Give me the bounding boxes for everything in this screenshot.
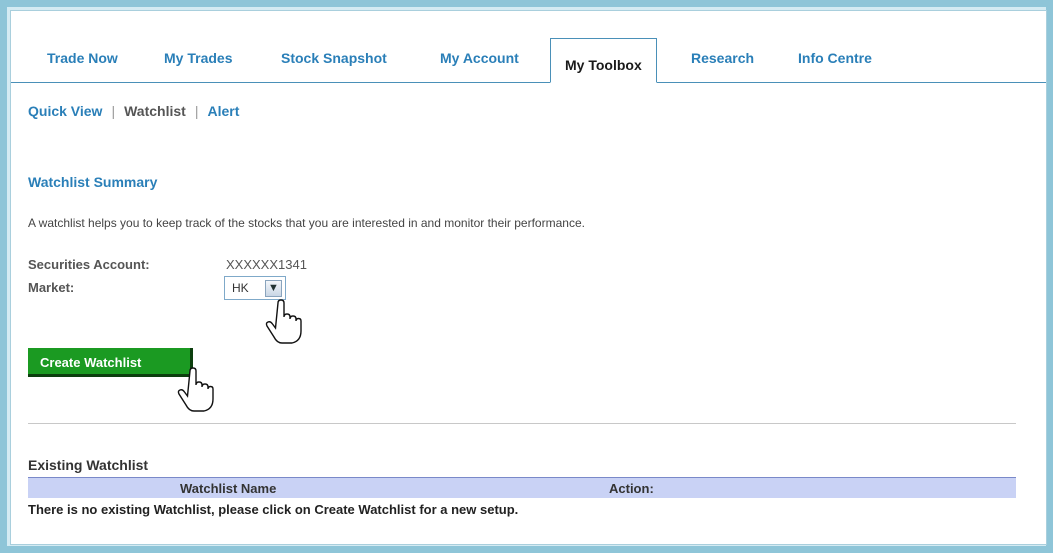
subnav-separator: | <box>194 103 199 119</box>
watchlist-table-header: Watchlist Name Action: <box>28 477 1016 498</box>
account-value: XXXXXX1341 <box>226 257 307 272</box>
toolbox-subnav: Quick View | Watchlist | Alert <box>28 103 239 119</box>
subnav-quick-view[interactable]: Quick View <box>28 103 102 119</box>
hand-cursor-icon <box>177 367 214 412</box>
tab-research[interactable]: Research <box>691 48 754 70</box>
subnav-watchlist[interactable]: Watchlist <box>124 103 186 119</box>
market-select[interactable]: HK ▼ <box>224 276 286 300</box>
column-header-action: Action: <box>609 481 654 496</box>
account-label: Securities Account: <box>28 257 150 272</box>
section-title: Watchlist Summary <box>28 174 158 190</box>
empty-watchlist-message: There is no existing Watchlist, please c… <box>28 502 519 517</box>
section-description: A watchlist helps you to keep track of t… <box>28 216 585 230</box>
subnav-separator: | <box>111 103 116 119</box>
market-label: Market: <box>28 280 75 295</box>
tab-my-account[interactable]: My Account <box>440 48 519 70</box>
tab-my-toolbox[interactable]: My Toolbox <box>550 38 657 83</box>
create-watchlist-button[interactable]: Create Watchlist <box>28 348 193 377</box>
hand-cursor-icon <box>265 299 302 344</box>
tab-info-centre[interactable]: Info Centre <box>798 48 872 70</box>
chevron-down-icon[interactable]: ▼ <box>265 280 282 297</box>
main-tabs: Trade Now My Trades Stock Snapshot My Ac… <box>11 36 1046 83</box>
tab-trade-now[interactable]: Trade Now <box>47 48 118 70</box>
subnav-alert[interactable]: Alert <box>207 103 239 119</box>
column-header-name: Watchlist Name <box>180 481 277 496</box>
divider <box>28 423 1016 424</box>
market-selected-value: HK <box>232 281 249 295</box>
existing-watchlist-title: Existing Watchlist <box>28 457 149 473</box>
tab-my-trades[interactable]: My Trades <box>164 48 232 70</box>
toolbox-panel: Trade Now My Trades Stock Snapshot My Ac… <box>10 10 1047 545</box>
tab-stock-snapshot[interactable]: Stock Snapshot <box>281 48 387 70</box>
